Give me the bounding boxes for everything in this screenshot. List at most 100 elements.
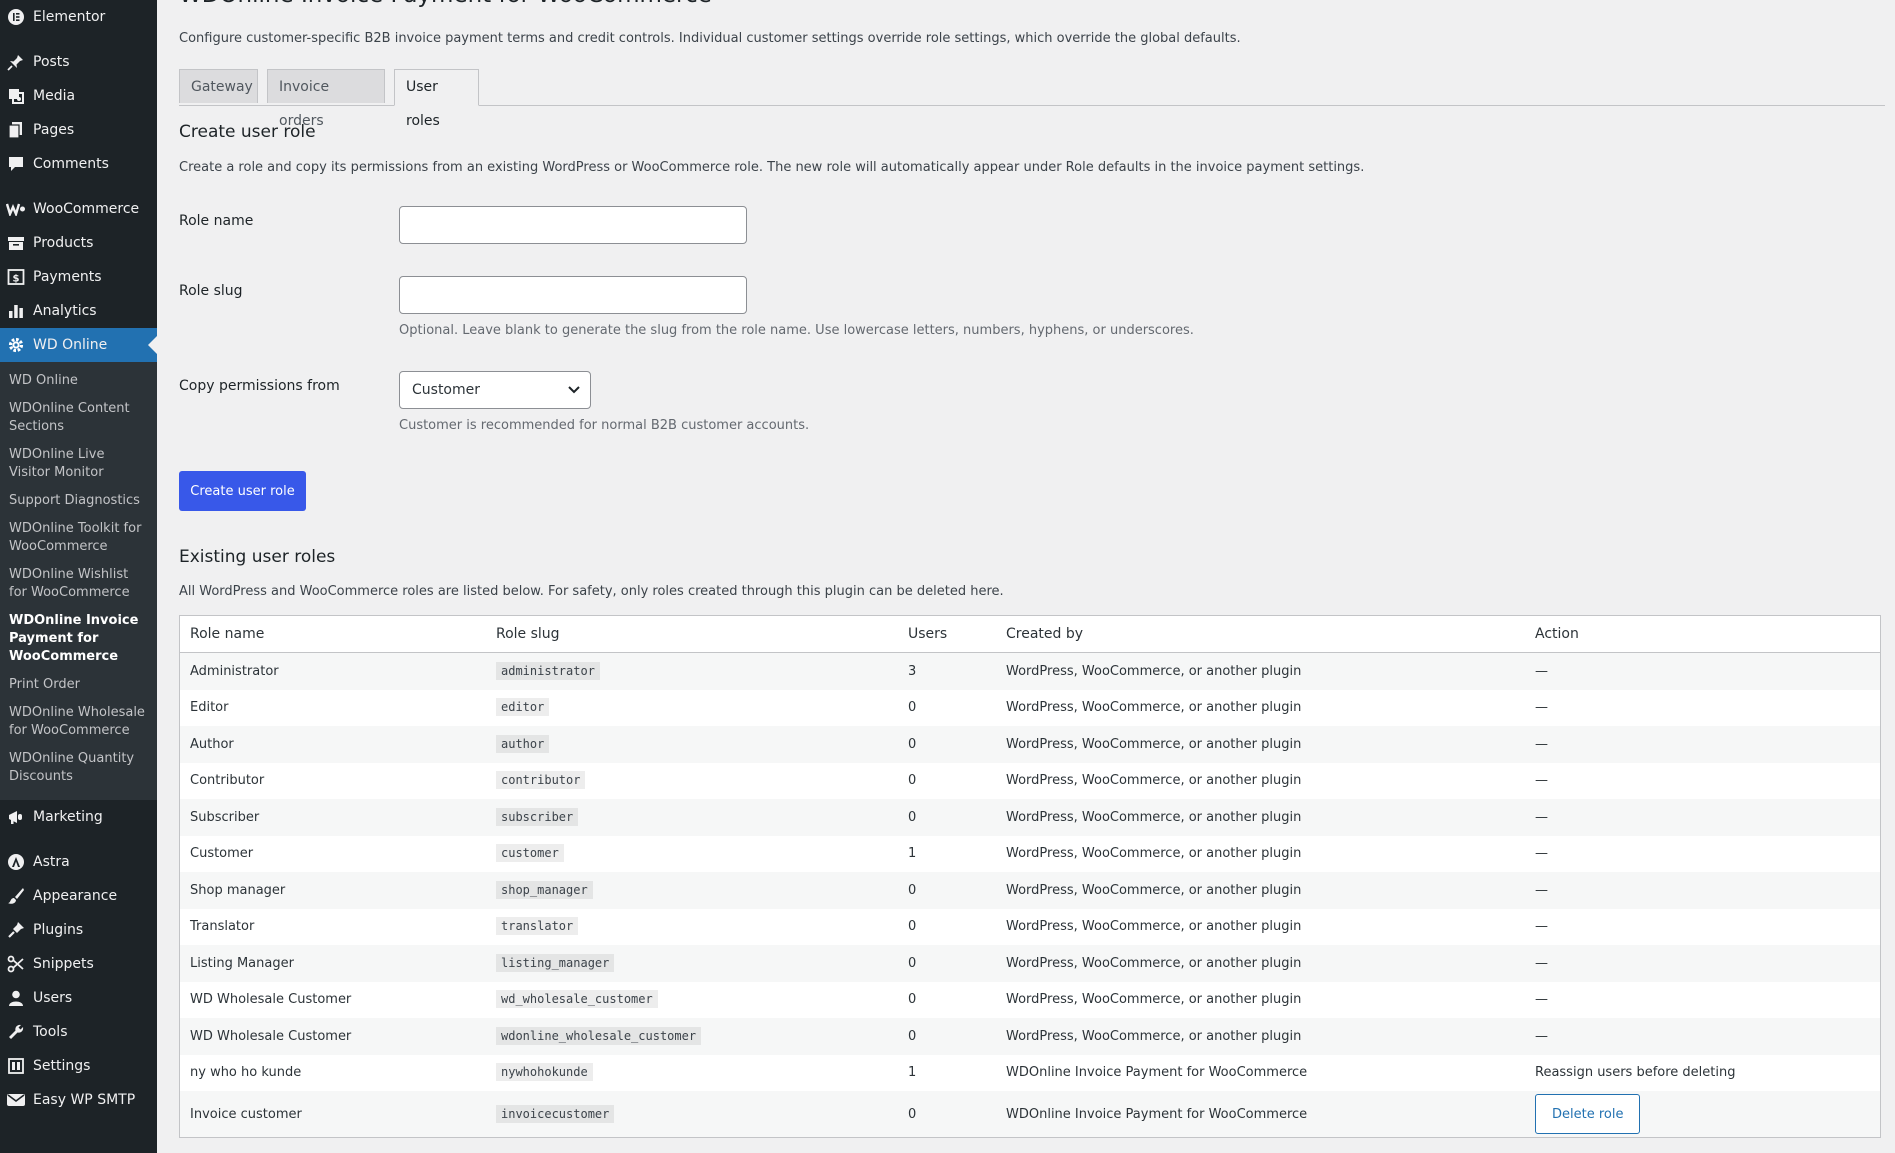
create-role-button[interactable]: Create user role (179, 471, 306, 511)
users-count-cell: 0 (898, 872, 996, 909)
tab-gateway[interactable]: Gateway (179, 69, 258, 103)
sidebar-item-products[interactable]: Products (0, 226, 157, 260)
role-slug-code: administrator (496, 661, 600, 680)
table-row: Customer customer 1 WordPress, WooCommerce,… (179, 835, 1881, 872)
created-by-cell: WordPress, WooCommerce, or another plugi… (996, 1018, 1525, 1055)
submenu-item-wdonline-invoice-payment-for-woocommerce[interactable]: WDOnline Invoice Payment for WooCommerce (0, 608, 157, 672)
sidebar-item-label: Media (33, 88, 76, 104)
table-row: Invoice customer invoicecustomer 0 WDOnline… (179, 1091, 1881, 1138)
sidebar-item-comments[interactable]: Comments (0, 147, 157, 181)
role-slug-code: shop_manager (496, 880, 593, 899)
created-by-cell: WordPress, WooCommerce, or another plugi… (996, 652, 1525, 690)
create-role-heading: Create user role (179, 122, 316, 142)
elementor-icon (6, 7, 26, 27)
comment-icon (6, 154, 26, 174)
snippets-icon (6, 954, 26, 974)
action-cell: Delete role (1525, 1091, 1881, 1138)
astra-icon (6, 852, 26, 872)
role-name-cell: Contributor (179, 762, 486, 799)
users-count-cell: 0 (898, 799, 996, 836)
submenu-item-wdonline-quantity-discounts[interactable]: WDOnline Quantity Discounts (0, 746, 157, 792)
submenu-item-print-order[interactable]: Print Order (0, 672, 157, 700)
tab-invoice-orders[interactable]: Invoice orders (267, 69, 385, 129)
sidebar-item-wd-online[interactable]: WD Online (0, 328, 157, 362)
sidebar-item-users[interactable]: Users (0, 981, 157, 1015)
role-name-cell: WD Wholesale Customer (179, 981, 486, 1018)
role-name-cell: Administrator (179, 652, 486, 690)
sidebar-item-marketing[interactable]: Marketing (0, 800, 157, 834)
sidebar-item-media[interactable]: Media (0, 79, 157, 113)
sidebar-item-settings[interactable]: Settings (0, 1049, 157, 1083)
sidebar-item-posts[interactable]: Posts (0, 45, 157, 79)
submenu-item-wd-online[interactable]: WD Online (0, 368, 157, 396)
existing-roles-heading: Existing user roles (179, 547, 336, 567)
submenu-item-wdonline-live-visitor-monitor[interactable]: WDOnline Live Visitor Monitor (0, 442, 157, 488)
role-name-cell: Author (179, 726, 486, 763)
submenu-item-wdonline-toolkit-for-woocommerce[interactable]: WDOnline Toolkit for WooCommerce (0, 516, 157, 562)
role-slug-cell: contributor (486, 762, 898, 799)
page-intro: Configure customer-specific B2B invoice … (179, 31, 1241, 46)
plugin-icon (6, 920, 26, 940)
role-slug-cell: author (486, 726, 898, 763)
sidebar-item-payments[interactable]: $ Payments (0, 260, 157, 294)
sidebar-item-easy-wp-smtp[interactable]: Easy WP SMTP (0, 1083, 157, 1117)
role-slug-cell: listing_manager (486, 945, 898, 982)
sidebar-item-label: Marketing (33, 809, 103, 825)
created-by-cell: WordPress, WooCommerce, or another plugi… (996, 799, 1525, 836)
tab-user-roles[interactable]: User roles (394, 69, 479, 129)
menu-separator (0, 834, 157, 845)
users-count-cell: 0 (898, 1091, 996, 1138)
gear-icon (6, 335, 26, 355)
copy-permissions-select[interactable]: Customer (399, 371, 591, 409)
role-name-cell: Invoice customer (179, 1091, 486, 1138)
role-slug-code: editor (496, 698, 550, 717)
sidebar-item-label: Payments (33, 269, 102, 285)
table-row: ny who ho kunde nywhohokunde 1 WDOnline Inv… (179, 1054, 1881, 1091)
col-users: Users (898, 615, 996, 653)
submenu-item-wdonline-wishlist-for-woocommerce[interactable]: WDOnline Wishlist for WooCommerce (0, 562, 157, 608)
sidebar-item-woocommerce[interactable]: WooCommerce (0, 192, 157, 226)
sidebar-item-snippets[interactable]: Snippets (0, 947, 157, 981)
delete-role-button[interactable]: Delete role (1535, 1094, 1641, 1134)
role-slug-cell: administrator (486, 652, 898, 690)
existing-roles-description: All WordPress and WooCommerce roles are … (179, 584, 1004, 599)
sidebar-item-tools[interactable]: Tools (0, 1015, 157, 1049)
woocommerce-icon (6, 199, 26, 219)
users-count-cell: 0 (898, 689, 996, 726)
submenu-item-wdonline-wholesale-for-woocommerce[interactable]: WDOnline Wholesale for WooCommerce (0, 700, 157, 746)
role-slug-label: Role slug (179, 283, 243, 299)
created-by-cell: WordPress, WooCommerce, or another plugi… (996, 762, 1525, 799)
role-slug-cell: editor (486, 689, 898, 726)
submenu-item-wdonline-content-sections[interactable]: WDOnline Content Sections (0, 396, 157, 442)
pages-icon (6, 120, 26, 140)
created-by-cell: WordPress, WooCommerce, or another plugi… (996, 689, 1525, 726)
action-cell: — (1525, 872, 1881, 909)
settings-icon (6, 1056, 26, 1076)
col-role-name: Role name (179, 615, 486, 653)
sidebar-item-analytics[interactable]: Analytics (0, 294, 157, 328)
create-role-description: Create a role and copy its permissions f… (179, 160, 1365, 175)
submenu-item-support-diagnostics[interactable]: Support Diagnostics (0, 488, 157, 516)
role-slug-cell: wd_wholesale_customer (486, 981, 898, 1018)
created-by-cell: WDOnline Invoice Payment for WooCommerce (996, 1091, 1525, 1138)
role-slug-input[interactable] (399, 276, 747, 314)
sidebar-item-label: Easy WP SMTP (33, 1092, 136, 1108)
admin-sidebar: Elementor Posts Media Pages Comments WooComme… (0, 0, 157, 1153)
wrench-icon (6, 1022, 26, 1042)
sidebar-item-label: Appearance (33, 888, 118, 904)
sidebar-item-pages[interactable]: Pages (0, 113, 157, 147)
role-slug-code: author (496, 734, 550, 753)
role-name-input[interactable] (399, 206, 747, 244)
role-slug-cell: shop_manager (486, 872, 898, 909)
sidebar-item-label: Settings (33, 1058, 91, 1074)
sidebar-item-elementor[interactable]: Elementor (0, 0, 157, 34)
main-content: WDOnline Invoice Payment for WooCommerce… (157, 0, 1895, 1153)
sidebar-item-plugins[interactable]: Plugins (0, 913, 157, 947)
sidebar-item-appearance[interactable]: Appearance (0, 879, 157, 913)
users-count-cell: 3 (898, 652, 996, 690)
sidebar-item-astra[interactable]: Astra (0, 845, 157, 879)
smtp-icon (6, 1090, 26, 1110)
role-name-cell: Editor (179, 689, 486, 726)
svg-text:$: $ (13, 274, 20, 285)
roles-table: Role name Role slug Users Created by Act… (179, 615, 1881, 1138)
